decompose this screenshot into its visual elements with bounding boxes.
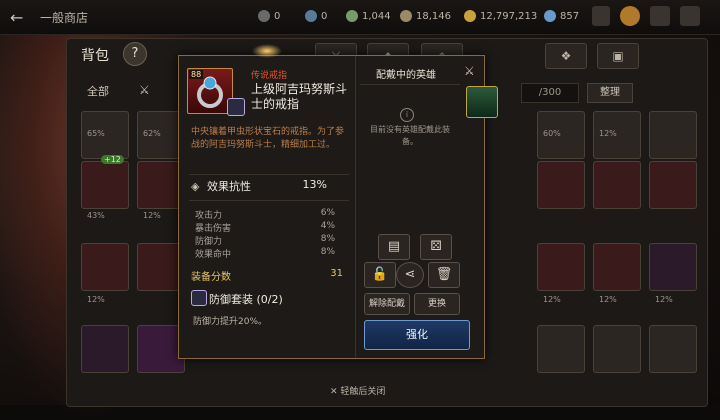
unlink-icon[interactable]: ⚔ bbox=[464, 64, 480, 80]
currency-crystal: 857 bbox=[544, 10, 579, 22]
equipped-hero-pane: 配戴中的英雄 ⚔ i 目前没有英雄配戴此装备。 ▤ ⚄ 🔓 ⋖ 🗑 解除配戴 更… bbox=[356, 56, 498, 358]
main-stat-row: ◈ 效果抗性 13% bbox=[191, 178, 351, 196]
set-effect: 防御力提升20%。 bbox=[193, 317, 268, 327]
popup-ornament bbox=[252, 44, 282, 58]
inventory-slot[interactable] bbox=[649, 325, 697, 373]
divider bbox=[360, 84, 460, 85]
item-name: 上级阿吉玛努斯斗士的戒指 bbox=[251, 82, 348, 111]
info-icon: i bbox=[400, 108, 414, 122]
unequip-button[interactable]: 解除配戴 bbox=[364, 293, 410, 315]
tab-material[interactable]: ▣ bbox=[597, 43, 639, 69]
help-button[interactable]: ? bbox=[123, 42, 147, 66]
currency-covenant: 18,146 bbox=[400, 10, 451, 22]
inventory-slot[interactable] bbox=[81, 325, 129, 373]
slot-stat: 60% bbox=[543, 129, 561, 138]
hero-slot-icon[interactable] bbox=[466, 86, 498, 118]
effect-resist-icon: ◈ bbox=[191, 180, 200, 193]
delete-button[interactable]: 🗑 bbox=[428, 262, 460, 288]
currency-molagora: 1,044 bbox=[346, 10, 391, 22]
dice-button[interactable]: ⚄ bbox=[420, 234, 452, 260]
item-rarity: 传说戒指 bbox=[251, 71, 288, 81]
sort-button[interactable]: 整理 bbox=[587, 83, 633, 103]
page-title: 一般商店 bbox=[40, 11, 89, 25]
item-detail-popup: 88 传说戒指 上级阿吉玛努斯斗士的戒指 中央镶着甲虫形状宝石的戒指。为了参战的… bbox=[178, 55, 498, 359]
back-arrow-icon[interactable]: ← bbox=[10, 8, 32, 27]
slot-stat: 62% bbox=[143, 129, 161, 138]
skystone-icon bbox=[305, 10, 317, 22]
sub-stat-row: 防御力 8% bbox=[195, 234, 335, 247]
mail-icon[interactable] bbox=[592, 6, 610, 26]
crystal-icon bbox=[544, 10, 556, 22]
compare-button[interactable]: ▤ bbox=[378, 234, 410, 260]
change-button[interactable]: 更换 bbox=[414, 293, 460, 315]
inventory-slot[interactable] bbox=[649, 161, 697, 209]
tab-artifact[interactable]: ❖ bbox=[545, 43, 587, 69]
slot-stat: 12% bbox=[655, 295, 673, 304]
inventory-slot[interactable] bbox=[593, 243, 641, 291]
enhance-button[interactable]: 强化 bbox=[364, 320, 470, 350]
defense-set-icon bbox=[227, 98, 245, 116]
lock-button[interactable]: 🔓 bbox=[364, 262, 396, 288]
inventory-slot[interactable] bbox=[649, 243, 697, 291]
inventory-slot[interactable] bbox=[593, 161, 641, 209]
inventory-slot[interactable] bbox=[649, 111, 697, 159]
event-icon[interactable] bbox=[620, 6, 640, 26]
inventory-slot[interactable] bbox=[537, 243, 585, 291]
no-hero-text: 目前没有英雄配戴此装备。 bbox=[370, 125, 450, 146]
covenant-icon bbox=[400, 10, 412, 22]
slot-stat: 12% bbox=[599, 129, 617, 138]
inventory-title: 背包 bbox=[81, 48, 109, 64]
slot-stat: 12% bbox=[143, 211, 161, 220]
main-stat-name: 效果抗性 bbox=[206, 180, 251, 193]
sword-filter-icon[interactable]: ⚔ bbox=[139, 83, 150, 97]
filter-all[interactable]: 全部 bbox=[87, 83, 109, 99]
capacity-counter: /300 bbox=[521, 83, 579, 103]
home-icon[interactable] bbox=[650, 6, 670, 26]
shield-icon bbox=[191, 290, 207, 306]
item-description: 中央镶着甲虫形状宝石的戒指。为了参战的阿吉玛努斯斗士，精细加工过。 bbox=[191, 127, 345, 150]
item-level: 88 bbox=[189, 70, 204, 79]
main-stat-value: 13% bbox=[302, 178, 327, 191]
currency-skystone: 0 bbox=[305, 10, 327, 22]
set-name-row: 防御套装 (0/2) bbox=[209, 291, 283, 307]
inventory-slot[interactable] bbox=[537, 161, 585, 209]
divider bbox=[189, 174, 349, 175]
slot-stat: 65% bbox=[87, 129, 105, 138]
gear-score-row: 装备分数 31 bbox=[191, 268, 343, 283]
set-name: 防御套装 bbox=[209, 293, 253, 306]
inventory-slot[interactable] bbox=[81, 161, 129, 209]
currency-stamina: 0 bbox=[258, 10, 280, 22]
gold-coin-icon bbox=[464, 10, 476, 22]
top-bar: ← 一般商店 0 0 1,044 18,146 12,797,213 857 bbox=[0, 0, 720, 35]
stamina-icon bbox=[258, 10, 270, 22]
tap-to-close-hint[interactable]: ✕ 轻触后关闭 bbox=[330, 384, 385, 397]
inventory-slot[interactable] bbox=[81, 243, 129, 291]
currency-gold: 12,797,213 bbox=[464, 10, 537, 22]
share-button[interactable]: ⋖ bbox=[396, 262, 424, 288]
slot-stat: 43% bbox=[87, 211, 105, 220]
sub-stat-row: 攻击力 6% bbox=[195, 208, 335, 221]
inventory-slot[interactable] bbox=[593, 325, 641, 373]
sub-stat-row: 效果命中 8% bbox=[195, 247, 335, 260]
equipped-hero-title: 配戴中的英雄 bbox=[376, 70, 436, 81]
divider bbox=[189, 200, 349, 201]
slot-stat: 12% bbox=[87, 295, 105, 304]
gear-score-value: 31 bbox=[330, 268, 343, 279]
inventory-slot[interactable] bbox=[537, 325, 585, 373]
molagora-icon bbox=[346, 10, 358, 22]
slot-stat: 12% bbox=[543, 295, 561, 304]
item-info-pane: 88 传说戒指 上级阿吉玛努斯斗士的戒指 中央镶着甲虫形状宝石的戒指。为了参战的… bbox=[179, 56, 356, 358]
slot-stat: 12% bbox=[599, 295, 617, 304]
menu-icon[interactable] bbox=[680, 6, 700, 26]
gear-score-label: 装备分数 bbox=[191, 272, 231, 283]
sub-stat-row: 暴击伤害 4% bbox=[195, 221, 335, 234]
enhance-badge: +12 bbox=[101, 155, 124, 164]
set-count: (0/2) bbox=[256, 293, 283, 306]
